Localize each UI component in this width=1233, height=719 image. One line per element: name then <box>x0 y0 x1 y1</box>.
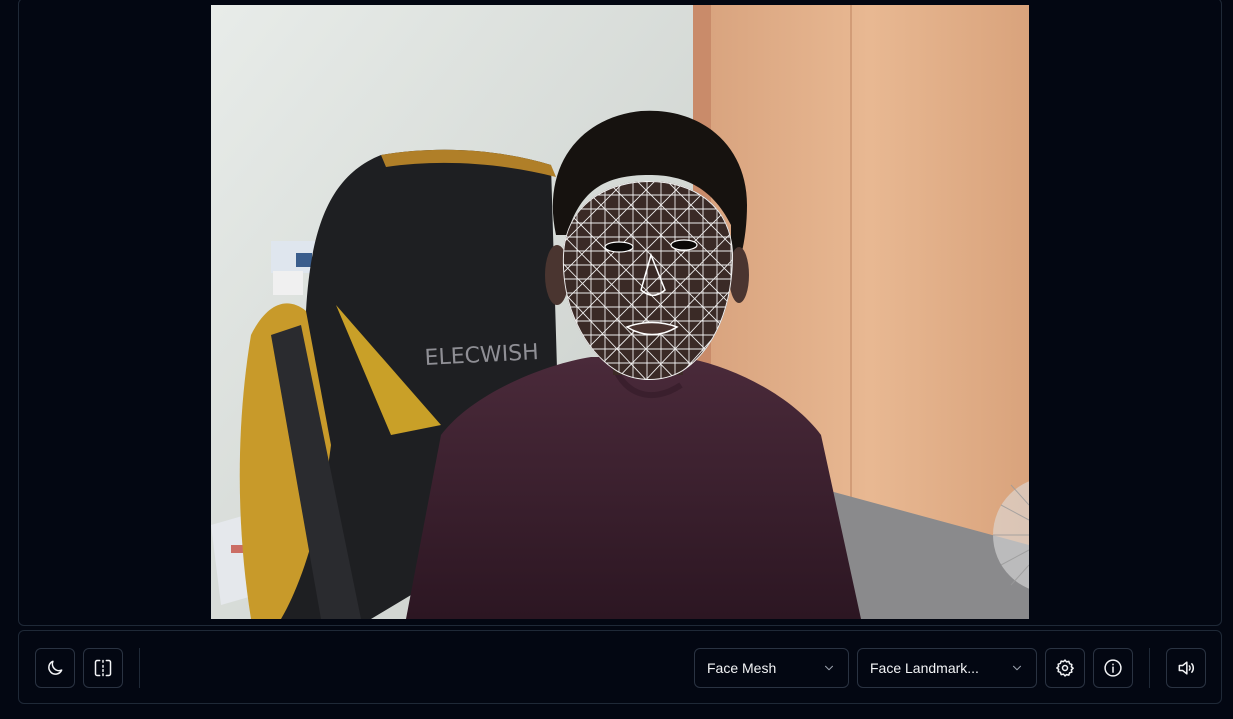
theme-toggle-button[interactable] <box>35 648 75 688</box>
moon-icon <box>48 660 63 675</box>
flip-horizontal-icon <box>94 659 112 677</box>
sound-button[interactable] <box>1166 648 1206 688</box>
settings-button[interactable] <box>1045 648 1085 688</box>
chevron-down-icon <box>824 665 834 671</box>
app-root: ELECWISH Face Mesh Face Landmark... <box>0 0 1233 719</box>
mirror-toggle-button[interactable] <box>83 648 123 688</box>
video-panel: ELECWISH <box>18 0 1222 626</box>
volume-icon <box>1178 661 1194 675</box>
info-button[interactable] <box>1093 648 1133 688</box>
toolbar-divider-left <box>139 648 140 688</box>
gear-icon <box>1056 659 1074 677</box>
task-select-value: Face Landmark... <box>870 660 979 676</box>
info-icon <box>1104 659 1122 677</box>
toolbar-divider-right <box>1149 648 1150 688</box>
chevron-down-icon <box>1012 665 1022 671</box>
model-select[interactable]: Face Mesh <box>694 648 849 688</box>
camera-feed: ELECWISH <box>211 5 1029 619</box>
bottom-toolbar: Face Mesh Face Landmark... <box>18 630 1222 704</box>
model-select-value: Face Mesh <box>707 660 777 676</box>
task-select[interactable]: Face Landmark... <box>857 648 1037 688</box>
